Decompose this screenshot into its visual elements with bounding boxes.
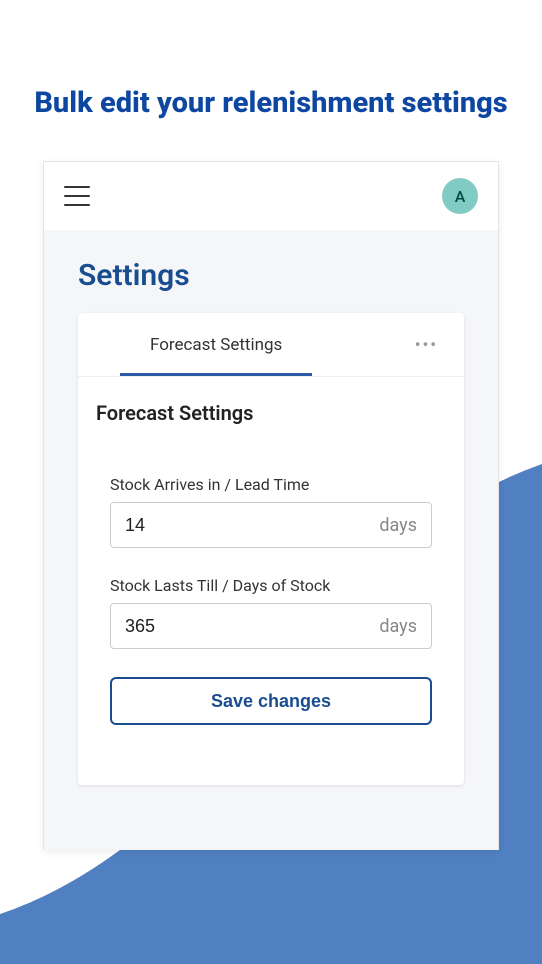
- settings-card: Forecast Settings ••• Forecast Settings …: [78, 313, 464, 785]
- days-stock-input[interactable]: [125, 616, 379, 637]
- tab-bar: Forecast Settings •••: [78, 313, 464, 377]
- page-body: Settings Forecast Settings ••• Forecast …: [44, 230, 498, 850]
- section-title: Forecast Settings: [96, 401, 446, 425]
- marketing-headline: Bulk edit your relenishment settings: [0, 0, 542, 161]
- app-window: A Settings Forecast Settings ••• Forecas…: [43, 161, 499, 850]
- avatar[interactable]: A: [442, 178, 478, 214]
- days-stock-group: Stock Lasts Till / Days of Stock days: [110, 576, 432, 649]
- hamburger-menu-icon[interactable]: [64, 186, 90, 206]
- app-header: A: [44, 162, 498, 230]
- days-stock-input-wrap: days: [110, 603, 432, 649]
- page-title: Settings: [44, 230, 498, 313]
- card-content: Forecast Settings Stock Arrives in / Lea…: [78, 377, 464, 785]
- tab-forecast-settings[interactable]: Forecast Settings: [120, 313, 312, 376]
- save-button[interactable]: Save changes: [110, 677, 432, 725]
- lead-time-unit: days: [379, 515, 417, 536]
- days-stock-unit: days: [379, 616, 417, 637]
- lead-time-input-wrap: days: [110, 502, 432, 548]
- days-stock-label: Stock Lasts Till / Days of Stock: [110, 576, 432, 595]
- lead-time-label: Stock Arrives in / Lead Time: [110, 475, 432, 494]
- lead-time-input[interactable]: [125, 515, 379, 536]
- more-options-icon[interactable]: •••: [407, 327, 446, 362]
- lead-time-group: Stock Arrives in / Lead Time days: [110, 475, 432, 548]
